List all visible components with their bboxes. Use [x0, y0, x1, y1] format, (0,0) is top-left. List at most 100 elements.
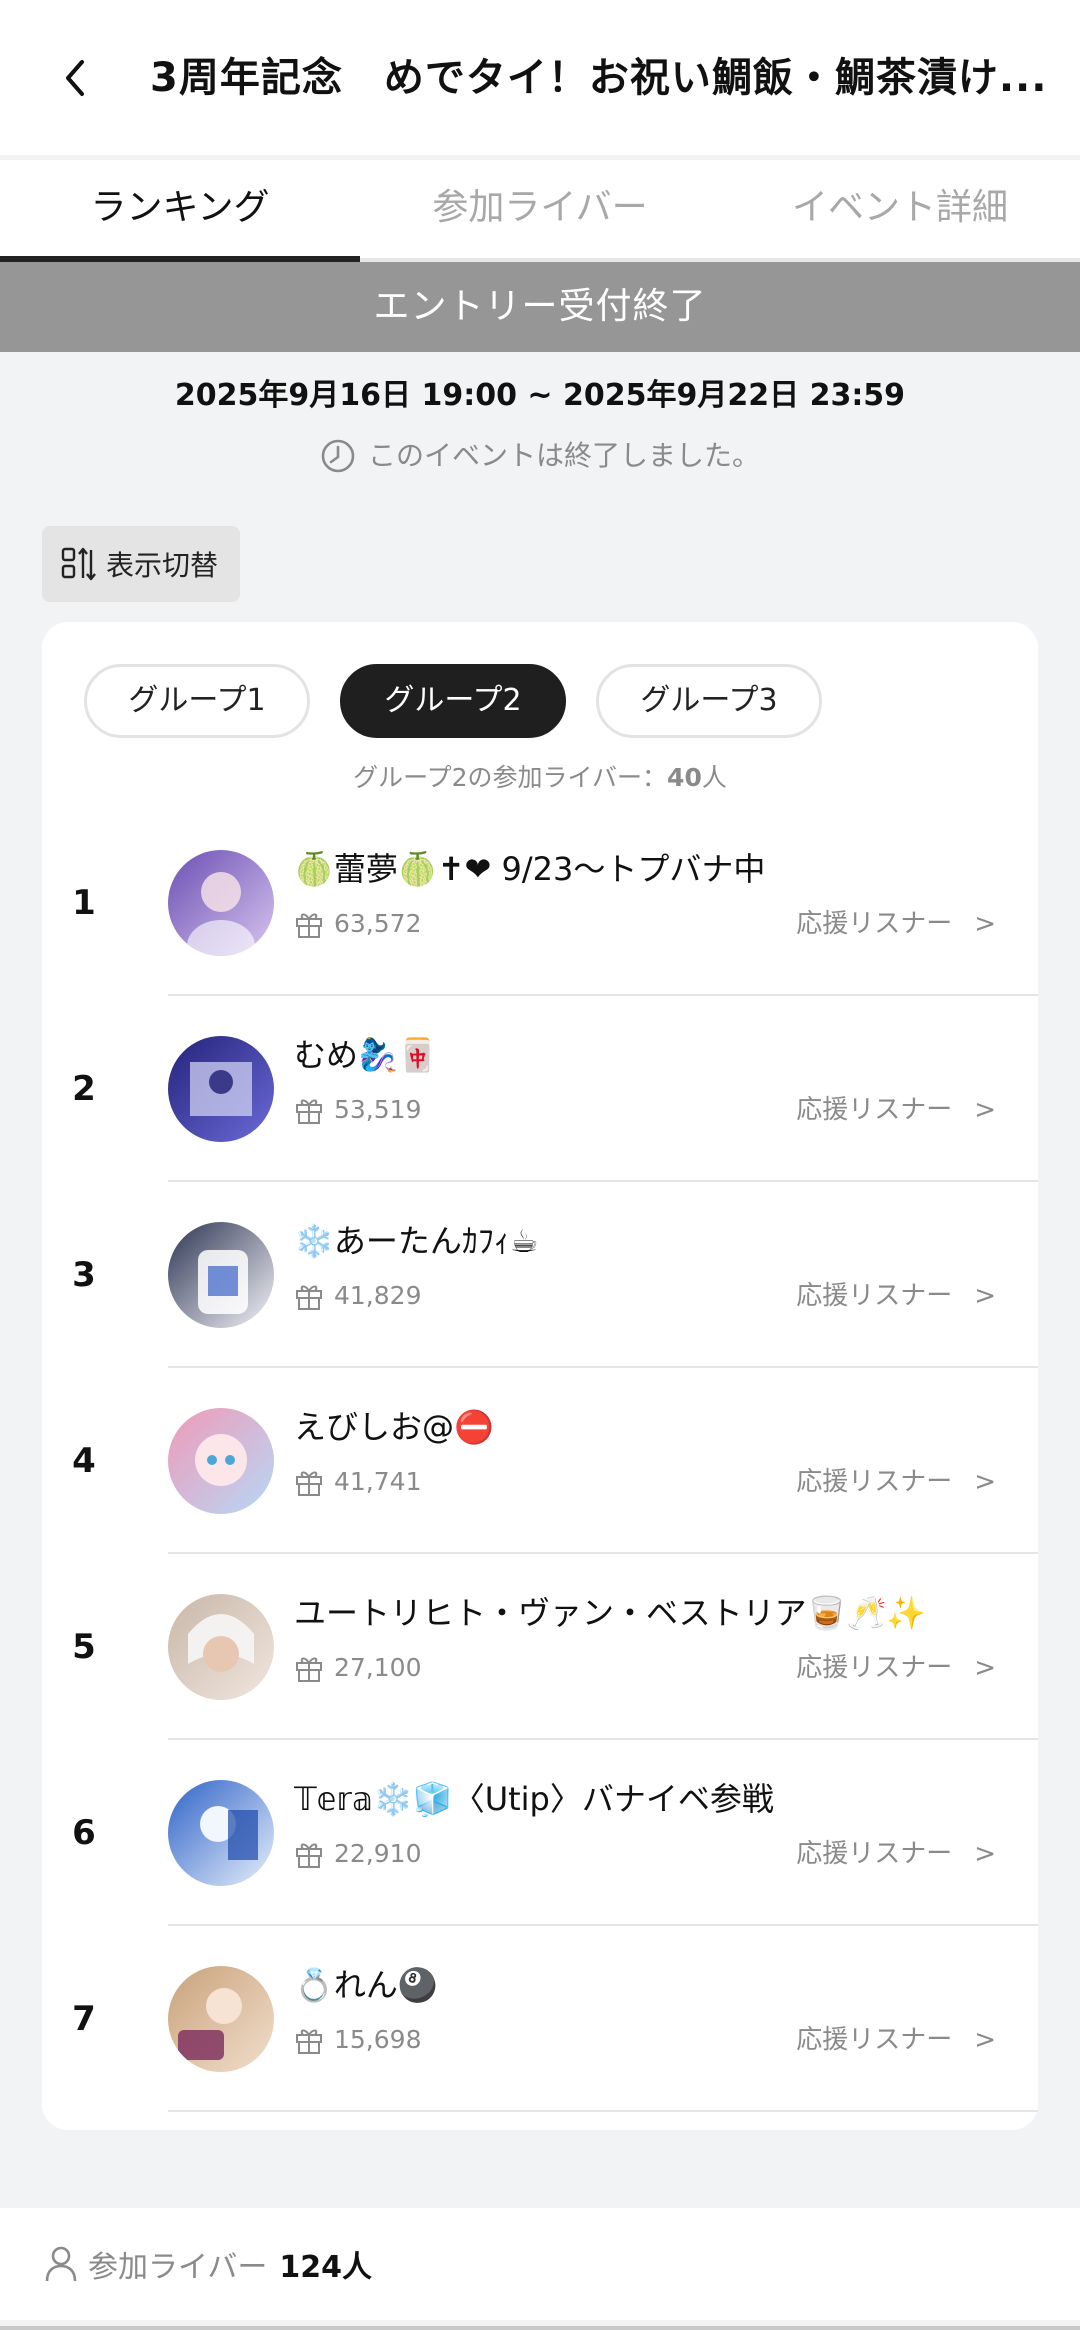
gift-icon — [296, 1285, 322, 1310]
entry-closed-banner: エントリー受付終了 — [0, 262, 1080, 352]
rank-number: 2 — [72, 1069, 96, 1109]
row-divider — [168, 2110, 1038, 2112]
rank-number: 4 — [72, 1441, 96, 1481]
supporter-listeners-label: 応援リスナー — [796, 1281, 953, 1311]
group-selector: グループ1 グループ2 グループ3 — [84, 664, 822, 738]
liver-name: 🍈蕾夢🍈✝❤ 9/23〜トプバナ中 — [294, 850, 766, 888]
supporter-listeners-label: 応援リスナー — [796, 909, 953, 939]
group-count-suffix: 人 — [701, 763, 727, 792]
points-value: 63,572 — [334, 909, 422, 938]
participant-footer[interactable]: 参加ライバー 124人 — [0, 2208, 1080, 2320]
gift-points: 41,741 — [294, 1462, 421, 1502]
ranking-row[interactable]: 7 💍れん🎱 15,698 応援リスナー > — [42, 1926, 1038, 2112]
liver-name: 𝕋𝕖𝕣𝕒❄️🧊〈Utip〉バナイベ参戦 — [294, 1780, 774, 1818]
group-count-number: 40 — [667, 763, 702, 792]
group-count-prefix: グループ2の参加ライバー： — [353, 763, 668, 792]
supporter-listeners-link[interactable]: 応援リスナー > — [796, 904, 996, 944]
points-value: 41,741 — [334, 1467, 422, 1496]
chevron-right-icon: > — [974, 1095, 996, 1125]
rank-number: 1 — [72, 883, 96, 923]
ranking-row[interactable]: 4 えびしお@⛔ 41,741 応援リスナー > — [42, 1368, 1038, 1554]
avatar[interactable] — [168, 1222, 274, 1328]
app-header: 3周年記念 めでタイ！お祝い鯛飯・鯛茶漬け... — [0, 0, 1080, 155]
rank-number: 6 — [72, 1813, 96, 1853]
ranking-card: グループ1 グループ2 グループ3 グループ2の参加ライバー：40人 1 🍈蕾夢… — [42, 622, 1038, 2130]
sort-toggle-icon — [61, 547, 96, 581]
chevron-right-icon: > — [974, 909, 996, 939]
tab-ranking[interactable]: ランキング — [0, 160, 360, 262]
group-2-pill[interactable]: グループ2 — [340, 664, 566, 738]
back-button[interactable] — [50, 48, 100, 108]
supporter-listeners-link[interactable]: 応援リスナー > — [796, 2020, 996, 2060]
supporter-listeners-link[interactable]: 応援リスナー > — [796, 1648, 996, 1688]
liver-name: むめ🧞‍♀️🀄 — [294, 1036, 438, 1074]
ranking-row[interactable]: 1 🍈蕾夢🍈✝❤ 9/23〜トプバナ中 63,572 応援リスナー > — [42, 810, 1038, 996]
gift-icon — [296, 913, 322, 938]
rank-number: 5 — [72, 1627, 96, 1667]
chevron-right-icon: > — [974, 1839, 996, 1869]
view-toggle-button[interactable]: 表示切替 — [42, 526, 240, 602]
chevron-right-icon: > — [974, 1653, 996, 1683]
supporter-listeners-label: 応援リスナー — [796, 1095, 953, 1125]
avatar[interactable] — [168, 1966, 274, 2072]
footer-label: 参加ライバー — [88, 2250, 268, 2285]
supporter-listeners-label: 応援リスナー — [796, 1467, 953, 1497]
ranking-row[interactable]: 5 ユートリヒト・ヴァン・ベストリア🥃🥂✨ 27,100 応援リスナー > — [42, 1554, 1038, 1740]
ranking-list: 1 🍈蕾夢🍈✝❤ 9/23〜トプバナ中 63,572 応援リスナー > 2 むめ🧞… — [42, 810, 1038, 2112]
avatar[interactable] — [168, 1594, 274, 1700]
chevron-right-icon: > — [974, 1467, 996, 1497]
supporter-listeners-label: 応援リスナー — [796, 2025, 953, 2055]
event-status-text: このイベントは終了しました。 — [367, 439, 760, 472]
liver-name: 💍れん🎱 — [294, 1966, 438, 2004]
group-participant-count: グループ2の参加ライバー：40人 — [42, 758, 1038, 798]
gift-points: 63,572 — [294, 904, 421, 944]
avatar[interactable] — [168, 1780, 274, 1886]
avatar[interactable] — [168, 1408, 274, 1514]
page-title: 3周年記念 めでタイ！お祝い鯛飯・鯛茶漬け... — [150, 55, 1048, 101]
avatar[interactable] — [168, 1036, 274, 1142]
gift-points: 15,698 — [294, 2020, 421, 2060]
rank-number: 3 — [72, 1255, 96, 1295]
avatar[interactable] — [168, 850, 274, 956]
group-1-pill[interactable]: グループ1 — [84, 664, 310, 738]
view-toggle-label: 表示切替 — [106, 549, 219, 582]
ranking-row[interactable]: 6 𝕋𝕖𝕣𝕒❄️🧊〈Utip〉バナイベ参戦 22,910 応援リスナー > — [42, 1740, 1038, 1926]
gift-icon — [296, 1471, 322, 1496]
points-value: 22,910 — [334, 1839, 422, 1868]
chevron-right-icon: > — [974, 2025, 996, 2055]
chevron-left-icon — [66, 60, 84, 96]
supporter-listeners-label: 応援リスナー — [796, 1653, 953, 1683]
rank-number: 7 — [72, 1999, 96, 2039]
gift-points: 22,910 — [294, 1834, 421, 1874]
gift-icon — [296, 1657, 322, 1682]
bottom-divider — [0, 2326, 1080, 2330]
tab-participants[interactable]: 参加ライバー — [360, 160, 720, 258]
tab-event-details[interactable]: イベント詳細 — [720, 160, 1080, 258]
event-status: このイベントは終了しました。 — [0, 434, 1080, 478]
gift-points: 41,829 — [294, 1276, 421, 1316]
supporter-listeners-link[interactable]: 応援リスナー > — [796, 1276, 996, 1316]
points-value: 41,829 — [334, 1281, 422, 1310]
points-value: 53,519 — [334, 1095, 422, 1124]
gift-points: 53,519 — [294, 1090, 421, 1130]
group-3-pill[interactable]: グループ3 — [596, 664, 822, 738]
supporter-listeners-link[interactable]: 応援リスナー > — [796, 1462, 996, 1502]
supporter-listeners-label: 応援リスナー — [796, 1839, 953, 1869]
ranking-row[interactable]: 3 ❄️あーたんｶﾌｨ☕ 41,829 応援リスナー > — [42, 1182, 1038, 1368]
event-period: 2025年9月16日 19:00 ~ 2025年9月22日 23:59 — [174, 378, 906, 413]
chevron-right-icon: > — [974, 1281, 996, 1311]
clock-icon — [321, 439, 355, 473]
gift-icon — [296, 1099, 322, 1124]
liver-name: ❄️あーたんｶﾌｨ☕ — [294, 1222, 539, 1260]
liver-name: えびしお@⛔ — [294, 1408, 494, 1446]
supporter-listeners-link[interactable]: 応援リスナー > — [796, 1834, 996, 1874]
gift-icon — [296, 2029, 322, 2054]
ranking-row[interactable]: 2 むめ🧞‍♀️🀄 53,519 応援リスナー > — [42, 996, 1038, 1182]
footer-count: 124人 — [279, 2250, 373, 2285]
liver-name: ユートリヒト・ヴァン・ベストリア🥃🥂✨ — [294, 1594, 927, 1632]
supporter-listeners-link[interactable]: 応援リスナー > — [796, 1090, 996, 1130]
points-value: 15,698 — [334, 2025, 422, 2054]
gift-icon — [296, 1843, 322, 1868]
gift-points: 27,100 — [294, 1648, 421, 1688]
tab-bar: ランキング 参加ライバー イベント詳細 — [0, 160, 1080, 262]
